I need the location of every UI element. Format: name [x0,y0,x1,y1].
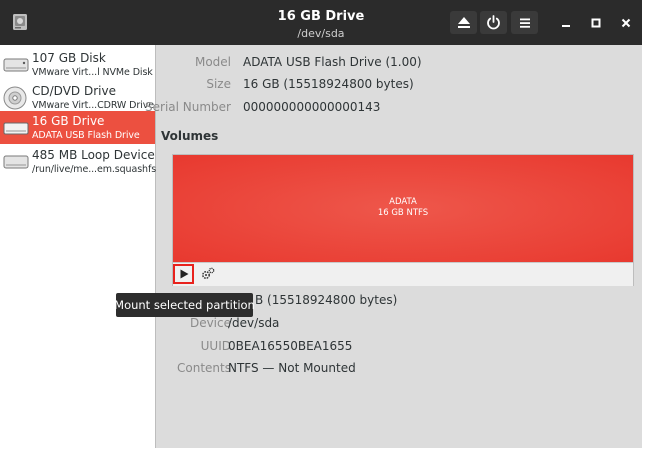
volume-toolbar [173,262,633,286]
mount-tooltip: Mount selected partition [114,293,255,317]
partition-block[interactable]: ADATA 16 GB NTFS [173,155,633,262]
drive-details-panel: Model ADATA USB Flash Drive (1.00) Size … [145,45,642,448]
volumes-heading: Volumes [161,129,219,143]
usb-drive-icon [3,116,29,140]
window-title: 16 GB Drive [277,9,365,24]
partition-size-value: B (15518924800 bytes) [255,293,398,307]
drive-menu-button[interactable] [511,11,538,34]
gears-icon [202,267,215,279]
hard-disk-icon [3,53,29,77]
device-description: VMware Virt...CDRW Drive [32,100,154,111]
device-label: Device [189,316,231,330]
eject-button[interactable] [450,11,477,34]
window-subtitle: /dev/sda [297,27,345,40]
uuid-label: UUID [200,339,231,353]
device-description: /run/live/me...em.squashfs [32,164,157,175]
device-description: VMware Virt...l NVMe Disk [32,67,153,78]
device-name: 16 GB Drive [32,114,105,128]
model-label: Model [194,55,231,69]
optical-disc-icon [3,86,29,110]
power-off-button[interactable] [480,11,507,34]
loop-device-icon [3,150,29,174]
minimize-button[interactable] [555,12,577,34]
device-item-485mb-loop-device[interactable]: 485 MB Loop Device /run/live/me...em.squ… [0,145,157,178]
serial-number-value: 000000000000000143 [243,100,381,114]
serial-number-label: Serial Number [145,100,231,114]
size-label: Size [206,77,231,91]
close-icon [621,18,631,28]
mount-partition-button[interactable] [173,264,194,284]
partition-options-button[interactable] [200,266,216,282]
size-value: 16 GB (15518924800 bytes) [243,77,414,91]
close-button[interactable] [615,12,637,34]
header-bar: 16 GB Drive /dev/sda [0,0,642,45]
device-name: CD/DVD Drive [32,84,116,98]
device-description: ADATA USB Flash Drive [32,130,140,141]
maximize-icon [591,18,601,28]
uuid-value: 0BEA16550BEA1655 [228,339,353,353]
play-icon [180,269,188,279]
device-item-107gb-disk[interactable]: 107 GB Disk VMware Virt...l NVMe Disk [0,48,155,81]
power-icon [487,15,500,30]
device-value: /dev/sda [228,316,280,330]
contents-label: Contents [177,361,231,375]
volume-map: ADATA 16 GB NTFS [172,154,634,286]
device-name: 485 MB Loop Device [32,148,155,162]
eject-icon [457,17,470,28]
maximize-button[interactable] [585,12,607,34]
minimize-icon [562,25,570,27]
partition-name: ADATA [389,197,417,207]
model-value: ADATA USB Flash Drive (1.00) [243,55,422,69]
contents-value: NTFS — Not Mounted [228,361,356,375]
device-item-cd-dvd-drive[interactable]: CD/DVD Drive VMware Virt...CDRW Drive [0,81,155,114]
menu-icon [519,18,530,28]
device-name: 107 GB Disk [32,51,106,65]
partition-info: 16 GB NTFS [377,208,429,218]
device-item-16gb-drive[interactable]: 16 GB Drive ADATA USB Flash Drive [0,111,155,144]
device-list: 107 GB Disk VMware Virt...l NVMe Disk CD… [0,45,156,448]
disks-window: 16 GB Drive /dev/sda 107 GB Disk VMware … [0,0,642,448]
